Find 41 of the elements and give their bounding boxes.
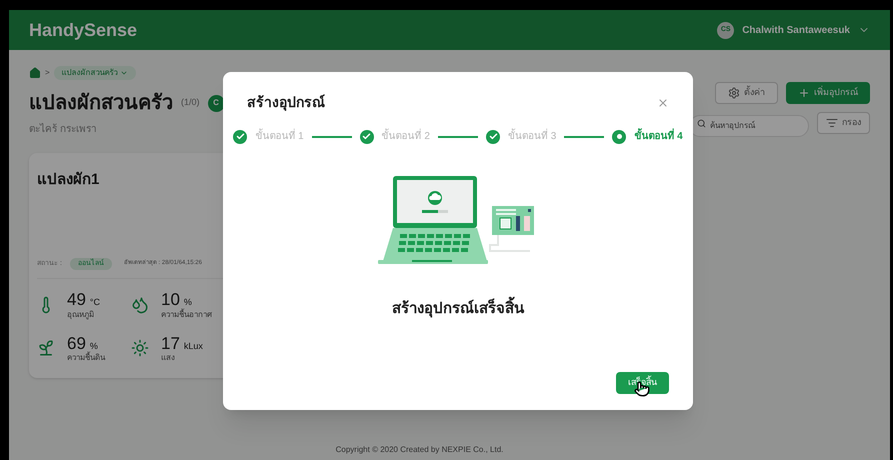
filter-icon[interactable] xyxy=(826,117,838,129)
sensor-label: ความชื้นอากาศ xyxy=(161,310,212,318)
sensor-label: ความชื้นดิน xyxy=(67,353,105,362)
sensor-value: 69 xyxy=(67,334,86,352)
plus-icon[interactable] xyxy=(798,87,810,99)
brand-logo[interactable]: HandySense xyxy=(29,16,138,44)
modal-title: สร้างอุปกรณ์ xyxy=(247,93,325,113)
sensor-unit: °C xyxy=(90,296,100,309)
user-name[interactable]: Chalwith Santaweesuk xyxy=(742,22,850,38)
step-label: ขั้นตอนที่ 3 xyxy=(508,129,556,144)
farm-badge: C xyxy=(208,94,225,112)
search-icon xyxy=(697,119,706,128)
close-icon[interactable] xyxy=(657,96,669,108)
sensor-value: 49 xyxy=(67,291,86,309)
sensor-unit: % xyxy=(90,340,98,352)
sensor-unit: % xyxy=(184,296,192,308)
success-message: สร้างอุปกรณ์เสร็จสิ้น xyxy=(392,298,524,320)
sensor-unit: kLux xyxy=(184,340,203,352)
sensor-label: อุณหภูมิ xyxy=(67,310,94,318)
chevron-down-icon[interactable] xyxy=(120,69,128,77)
breadcrumb-dropdown[interactable]: แปลงผักสวนครัว xyxy=(54,66,136,80)
device-count: (1/0) xyxy=(181,96,200,110)
farm-subtitle: ตะไคร้ กระเพรา xyxy=(29,122,98,137)
sensor-value: 17 xyxy=(161,334,180,352)
step-label: ขั้นตอนที่ 4 xyxy=(634,129,683,144)
sprout-icon xyxy=(37,339,55,358)
breadcrumb-separator: > xyxy=(45,67,50,79)
settings-button[interactable]: ตั้งค่า xyxy=(715,82,778,104)
gear-icon[interactable] xyxy=(728,87,740,99)
sensor-label: แสง xyxy=(161,353,175,362)
copyright-text: Copyright © 2020 Created by NEXPIE Co., Ltd. xyxy=(336,444,504,456)
droplets-icon xyxy=(131,296,149,314)
step-label: ขั้นตอนที่ 2 xyxy=(382,129,430,144)
filter-button[interactable]: กรอง xyxy=(817,112,870,134)
sun-icon xyxy=(131,339,149,358)
step-label: ขั้นตอนที่ 1 xyxy=(255,129,304,144)
home-icon[interactable] xyxy=(29,67,41,79)
card-title: แปลงผัก1 xyxy=(37,170,100,190)
add-device-button[interactable]: เพิ่มอุปกรณ์ xyxy=(786,82,870,104)
farm-title: แปลงผักสวนครัว xyxy=(29,91,173,116)
sensor-value: 10 xyxy=(161,291,180,309)
